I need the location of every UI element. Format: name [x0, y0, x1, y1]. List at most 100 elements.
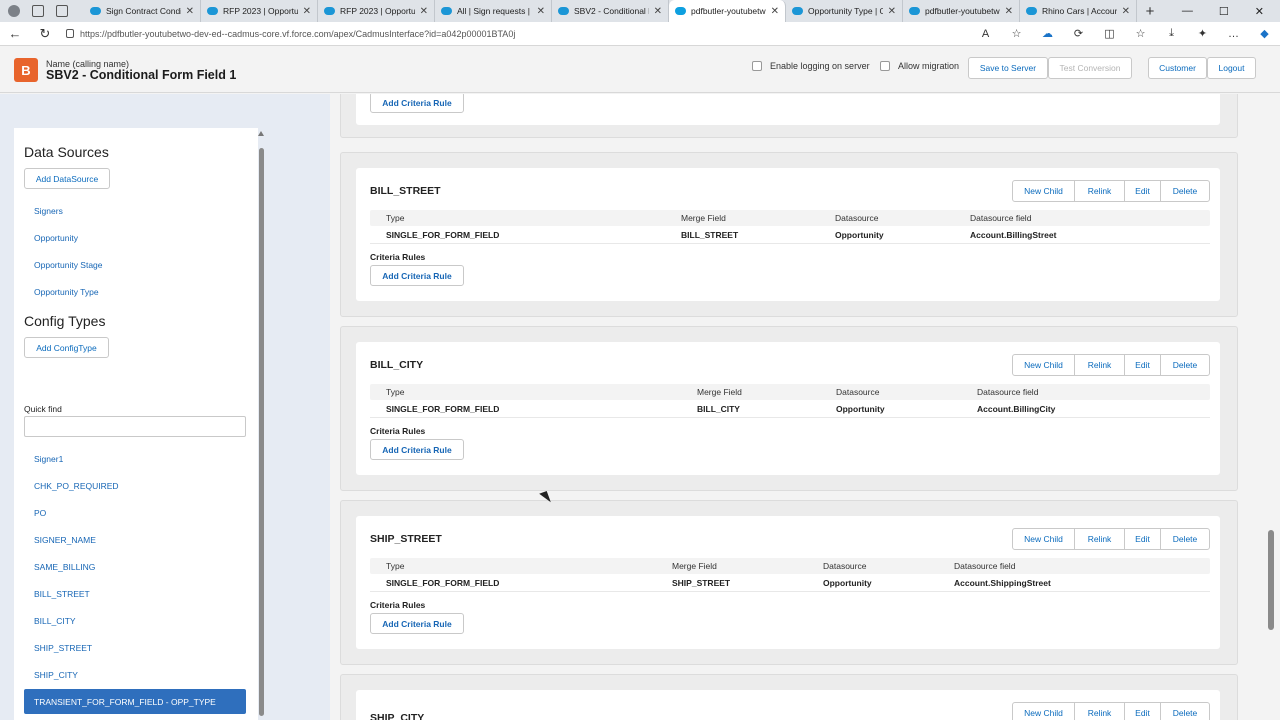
browser-tab[interactable]: Rhino Cars | Account ✕	[1020, 0, 1137, 22]
maximize-button[interactable]: ☐	[1219, 5, 1229, 18]
column-header: Datasource	[836, 387, 880, 397]
more-menu-icon[interactable]: …	[1218, 28, 1249, 40]
browser-tab[interactable]: RFP 2023 | Opportun ✕	[318, 0, 435, 22]
cell-datasource-field: Account.BillingCity	[977, 404, 1056, 414]
logout-button[interactable]: Logout	[1207, 57, 1256, 79]
browser-tab[interactable]: All | Sign requests | S ✕	[435, 0, 552, 22]
close-tab-icon[interactable]: ✕	[1122, 6, 1130, 17]
close-tab-icon[interactable]: ✕	[537, 6, 545, 17]
lock-icon	[66, 29, 74, 38]
close-tab-icon[interactable]: ✕	[654, 6, 662, 17]
config-type-link[interactable]: SHIP_STREET	[34, 642, 234, 654]
relink-button[interactable]: Relink	[1075, 703, 1125, 720]
read-aloud-icon[interactable]: A	[970, 28, 1001, 40]
table-row: SINGLE_FOR_FORM_FIELD SHIP_STREET Opport…	[370, 574, 1210, 592]
favorites-icon[interactable]: ☆	[1125, 27, 1156, 40]
close-tab-icon[interactable]: ✕	[186, 6, 194, 17]
main-scroll-thumb[interactable]	[1268, 530, 1274, 630]
download-icon[interactable]: ⤓	[1156, 27, 1187, 40]
close-tab-icon[interactable]: ✕	[303, 6, 311, 17]
config-type-link[interactable]: BILL_CITY	[34, 615, 234, 627]
add-criteria-rule-button[interactable]: Add Criteria Rule	[370, 94, 464, 113]
allow-migration-option[interactable]: Allow migration	[880, 61, 959, 71]
browser-tab[interactable]: Opportunity Type | O ✕	[786, 0, 903, 22]
save-to-server-button[interactable]: Save to Server	[968, 57, 1048, 79]
scroll-up-arrow-icon[interactable]	[258, 131, 264, 136]
datasource-link[interactable]: Signers	[34, 206, 63, 216]
add-datasource-button[interactable]: Add DataSource	[24, 168, 110, 189]
config-type-link[interactable]: SIGNER_NAME	[34, 534, 234, 546]
favorite-star-icon[interactable]: ☆	[1001, 27, 1032, 40]
config-type-link[interactable]: BILL_STREET	[34, 588, 234, 600]
delete-button[interactable]: Delete	[1161, 181, 1209, 201]
new-child-button[interactable]: New Child	[1013, 703, 1075, 720]
workspaces-icon[interactable]	[32, 5, 44, 17]
relink-button[interactable]: Relink	[1075, 355, 1125, 375]
tab-title: SBV2 - Conditional F	[574, 6, 649, 16]
new-tab-button[interactable]: +	[1137, 0, 1163, 22]
tab-actions-icon[interactable]	[56, 5, 68, 17]
extension-cloud-icon[interactable]: ☁	[1032, 27, 1063, 40]
browser-tab[interactable]: SBV2 - Conditional F ✕	[552, 0, 669, 22]
delete-button[interactable]: Delete	[1161, 703, 1209, 720]
add-criteria-rule-button[interactable]: Add Criteria Rule	[370, 265, 464, 286]
datasource-link[interactable]: Opportunity Stage	[34, 260, 103, 270]
customer-button[interactable]: Customer	[1148, 57, 1207, 79]
edit-button[interactable]: Edit	[1125, 703, 1161, 720]
browser-tab[interactable]: RFP 2023 | Opportun ✕	[201, 0, 318, 22]
new-child-button[interactable]: New Child	[1013, 355, 1075, 375]
browser-tab[interactable]: Sign Contract Condit ✕	[84, 0, 201, 22]
allow-migration-checkbox[interactable]	[880, 61, 890, 71]
edit-button[interactable]: Edit	[1125, 529, 1161, 549]
config-card: BILL_CITY New Child Relink Edit Delete T…	[340, 326, 1238, 491]
copilot-icon[interactable]: ◆	[1249, 27, 1280, 40]
relink-button[interactable]: Relink	[1075, 529, 1125, 549]
allow-migration-label: Allow migration	[898, 61, 960, 71]
edit-button[interactable]: Edit	[1125, 181, 1161, 201]
config-type-link[interactable]: Signer1	[34, 453, 234, 465]
datasource-link[interactable]: Opportunity	[34, 233, 78, 243]
config-type-link-active[interactable]: TRANSIENT_FOR_FORM_FIELD - OPP_TYPE	[24, 689, 246, 714]
tab-title: RFP 2023 | Opportun	[340, 6, 415, 16]
delete-button[interactable]: Delete	[1161, 529, 1209, 549]
scroll-thumb[interactable]	[259, 148, 264, 716]
url-field[interactable]: https://pdfbutler-youtubetwo-dev-ed--cad…	[66, 29, 970, 39]
close-tab-icon[interactable]: ✕	[771, 6, 779, 17]
enable-logging-option[interactable]: Enable logging on server	[752, 61, 870, 71]
datasource-link[interactable]: Opportunity Type	[34, 287, 99, 297]
delete-button[interactable]: Delete	[1161, 355, 1209, 375]
close-tab-icon[interactable]: ✕	[420, 6, 428, 17]
back-arrow-icon[interactable]: ←	[0, 26, 30, 41]
edit-button[interactable]: Edit	[1125, 355, 1161, 375]
browser-tab-active[interactable]: pdfbutler-youtubetw ✕	[669, 0, 786, 22]
profile-icon[interactable]	[8, 5, 20, 17]
close-window-button[interactable]: ✕	[1255, 5, 1264, 18]
minimize-button[interactable]: —	[1182, 5, 1193, 17]
sidebar-scrollbar[interactable]	[258, 128, 266, 720]
config-card-body: BILL_STREET New Child Relink Edit Delete…	[356, 168, 1220, 301]
card-actions: New Child Relink Edit Delete	[1012, 702, 1210, 720]
quick-find-input[interactable]	[24, 416, 246, 437]
tab-title: All | Sign requests | S	[457, 6, 532, 16]
add-criteria-rule-button[interactable]: Add Criteria Rule	[370, 613, 464, 634]
relink-button[interactable]: Relink	[1075, 181, 1125, 201]
extensions-icon[interactable]: ✦	[1187, 27, 1218, 40]
enable-logging-checkbox[interactable]	[752, 61, 762, 71]
close-tab-icon[interactable]: ✕	[1005, 6, 1013, 17]
config-type-link[interactable]: PO	[34, 507, 234, 519]
browser-tab[interactable]: pdfbutler-youtubetw ✕	[903, 0, 1020, 22]
new-child-button[interactable]: New Child	[1013, 181, 1075, 201]
add-criteria-rule-button[interactable]: Add Criteria Rule	[370, 439, 464, 460]
refresh-extension-icon[interactable]: ⟳	[1063, 27, 1094, 40]
column-header: Datasource	[835, 213, 879, 223]
config-type-link[interactable]: SAME_BILLING	[34, 561, 234, 573]
reload-icon[interactable]: ↻	[30, 26, 60, 42]
card-title: BILL_CITY	[370, 359, 424, 371]
close-tab-icon[interactable]: ✕	[888, 6, 896, 17]
tab-title: pdfbutler-youtubetw	[691, 6, 766, 16]
split-screen-icon[interactable]: ◫	[1094, 27, 1125, 40]
config-type-link[interactable]: SHIP_CITY	[34, 669, 234, 681]
config-type-link[interactable]: CHK_PO_REQUIRED	[34, 480, 234, 492]
add-configtype-button[interactable]: Add ConfigType	[24, 337, 109, 358]
new-child-button[interactable]: New Child	[1013, 529, 1075, 549]
